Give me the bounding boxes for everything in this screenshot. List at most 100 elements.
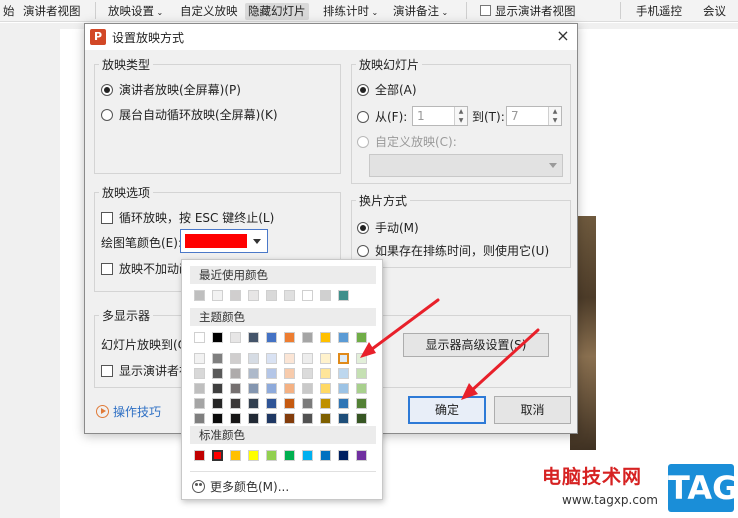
theme-shade-swatch[interactable] [356, 368, 367, 379]
standard-color-swatch[interactable] [284, 450, 295, 461]
theme-shade-swatch[interactable] [230, 398, 241, 409]
theme-shade-swatch[interactable] [284, 368, 295, 379]
slides-custom[interactable]: 自定义放映(C): [357, 134, 457, 150]
slides-all[interactable]: 全部(A) [357, 82, 417, 98]
theme-shade-swatch[interactable] [266, 368, 277, 379]
slides-from[interactable]: 从(F): [357, 109, 407, 125]
theme-color-swatch[interactable] [194, 332, 205, 343]
radio-icon[interactable] [357, 245, 369, 257]
ribbon-item-show-settings[interactable]: 放映设置 ⌄ [105, 3, 166, 20]
ribbon-item-custom-show[interactable]: 自定义放映 [177, 3, 241, 20]
standard-color-swatch[interactable] [230, 450, 241, 461]
theme-color-swatch[interactable] [212, 332, 223, 343]
more-colors-item[interactable]: 更多颜色(M)... [192, 478, 289, 495]
ribbon-item-rehearse-timings[interactable]: 排练计时 ⌄ [320, 3, 381, 20]
radio-icon[interactable] [357, 222, 369, 234]
theme-shade-swatch[interactable] [356, 383, 367, 394]
advance-manual[interactable]: 手动(M) [357, 220, 419, 236]
standard-color-swatch[interactable] [302, 450, 313, 461]
theme-shade-swatch[interactable] [302, 413, 313, 424]
theme-shade-swatch[interactable] [194, 383, 205, 394]
theme-shade-swatch[interactable] [230, 383, 241, 394]
ribbon-item-phone-remote[interactable]: 手机遥控 [633, 3, 685, 20]
checkbox-icon[interactable] [480, 5, 491, 16]
theme-shade-swatch[interactable] [356, 353, 367, 364]
standard-color-swatch[interactable] [248, 450, 259, 461]
theme-color-swatch[interactable] [230, 332, 241, 343]
theme-shade-swatch[interactable] [320, 398, 331, 409]
custom-show-select[interactable] [369, 154, 563, 177]
ribbon-item-meeting[interactable]: 会议 [700, 3, 729, 20]
theme-shade-swatch[interactable] [320, 353, 331, 364]
standard-color-swatch[interactable] [266, 450, 277, 461]
spinner-arrows-icon[interactable]: ▲ ▼ [548, 107, 561, 125]
theme-color-swatch[interactable] [356, 332, 367, 343]
theme-shade-swatch[interactable] [338, 383, 349, 394]
recent-color-swatch[interactable] [212, 290, 223, 301]
theme-color-swatch[interactable] [320, 332, 331, 343]
ribbon-item-show-presenter-view[interactable]: 显示演讲者视图 [477, 3, 579, 20]
recent-color-swatch[interactable] [266, 290, 277, 301]
theme-shade-swatch[interactable] [320, 413, 331, 424]
recent-color-swatch[interactable] [230, 290, 241, 301]
theme-shade-swatch[interactable] [302, 353, 313, 364]
theme-shade-swatch[interactable] [266, 383, 277, 394]
theme-color-swatch[interactable] [302, 332, 313, 343]
ribbon-item-presenter-view[interactable]: 演讲者视图 [20, 3, 84, 20]
close-icon[interactable]: × [553, 26, 573, 46]
standard-color-swatch[interactable] [194, 450, 205, 461]
advance-timings[interactable]: 如果存在排练时间，则使用它(U) [357, 243, 549, 259]
theme-shade-swatch[interactable] [320, 368, 331, 379]
theme-shade-swatch[interactable] [356, 413, 367, 424]
theme-shade-swatch[interactable] [302, 368, 313, 379]
recent-color-swatch[interactable] [248, 290, 259, 301]
theme-shade-swatch[interactable] [230, 353, 241, 364]
theme-shade-swatch[interactable] [212, 368, 223, 379]
pen-color-dropdown[interactable] [180, 229, 268, 253]
ribbon-item-speaker-notes[interactable]: 演讲备注 ⌄ [390, 3, 451, 20]
theme-shade-swatch[interactable] [338, 353, 349, 364]
theme-shade-swatch[interactable] [284, 383, 295, 394]
theme-shade-swatch[interactable] [356, 398, 367, 409]
slides-from-input[interactable]: 1 ▲ ▼ [412, 106, 468, 126]
standard-color-swatch[interactable] [356, 450, 367, 461]
theme-shade-swatch[interactable] [284, 353, 295, 364]
theme-shade-swatch[interactable] [212, 383, 223, 394]
radio-icon[interactable] [357, 136, 369, 148]
theme-shade-swatch[interactable] [302, 398, 313, 409]
ribbon-item-hide-slide[interactable]: 隐藏幻灯片 [245, 3, 309, 20]
cancel-button[interactable]: 取消 [494, 396, 571, 424]
help-link[interactable]: 操作技巧 [96, 403, 161, 420]
loop-option[interactable]: 循环放映，按 ESC 键终止(L) [101, 210, 274, 226]
theme-shade-swatch[interactable] [248, 413, 259, 424]
theme-shade-swatch[interactable] [338, 398, 349, 409]
checkbox-icon[interactable] [101, 263, 113, 275]
theme-shade-swatch[interactable] [248, 353, 259, 364]
theme-shade-swatch[interactable] [194, 398, 205, 409]
advanced-monitor-button[interactable]: 显示器高级设置(S) [403, 333, 549, 357]
show-type-presenter[interactable]: 演讲者放映(全屏幕)(P) [101, 82, 241, 98]
ribbon-item-start[interactable]: 始 [0, 3, 18, 20]
checkbox-icon[interactable] [101, 365, 113, 377]
radio-icon[interactable] [101, 109, 113, 121]
theme-shade-swatch[interactable] [338, 368, 349, 379]
theme-shade-swatch[interactable] [194, 413, 205, 424]
theme-shade-swatch[interactable] [212, 413, 223, 424]
theme-shade-swatch[interactable] [302, 383, 313, 394]
theme-shade-swatch[interactable] [266, 398, 277, 409]
theme-color-swatch[interactable] [266, 332, 277, 343]
ok-button[interactable]: 确定 [408, 396, 486, 424]
standard-color-swatch[interactable] [212, 450, 223, 461]
slides-to-input[interactable]: 7 ▲ ▼ [506, 106, 562, 126]
standard-color-swatch[interactable] [338, 450, 349, 461]
no-animation-option[interactable]: 放映不加动画 [101, 261, 191, 277]
theme-shade-swatch[interactable] [230, 413, 241, 424]
radio-icon[interactable] [357, 111, 369, 123]
theme-shade-swatch[interactable] [338, 413, 349, 424]
dialog-titlebar[interactable]: P 设置放映方式 × [85, 24, 577, 50]
show-type-kiosk[interactable]: 展台自动循环放映(全屏幕)(K) [101, 107, 278, 123]
theme-color-swatch[interactable] [248, 332, 259, 343]
theme-shade-swatch[interactable] [212, 398, 223, 409]
theme-shade-swatch[interactable] [194, 368, 205, 379]
theme-color-swatch[interactable] [284, 332, 295, 343]
